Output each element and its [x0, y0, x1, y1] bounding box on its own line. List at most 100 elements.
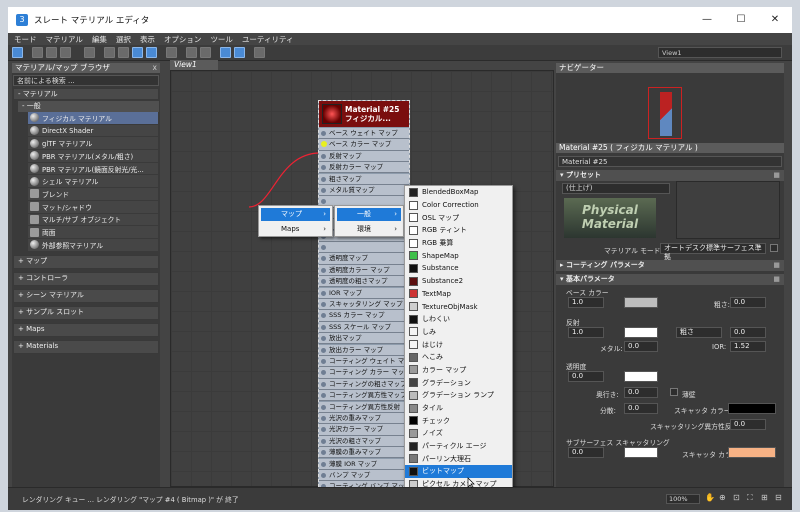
menu-item-map-type[interactable]: チェック [405, 414, 512, 427]
tab-view1[interactable]: View1 [170, 60, 218, 70]
menu-item-map-type[interactable]: ビットマップ [405, 465, 512, 478]
input-slot[interactable]: コーティングの粗さマップ [319, 378, 409, 391]
menu-item-map-type[interactable]: TextMap [405, 288, 512, 301]
scatter-anisotropy-spinner[interactable]: 0.0 [730, 419, 766, 430]
sss-color-swatch[interactable] [624, 447, 658, 458]
input-slot[interactable]: 透明度カラー マップ [319, 264, 409, 277]
material-browser-toggle-icon[interactable] [220, 47, 231, 58]
menu-options[interactable]: オプション [164, 34, 202, 45]
input-slot[interactable]: ベース ウェイト マップ [319, 128, 409, 140]
menu-item-map-type[interactable]: Substance [405, 262, 512, 275]
group-header[interactable]: + Maps [13, 322, 159, 337]
input-slot[interactable]: SSS カラー マップ [319, 310, 409, 322]
menu-select[interactable]: 選択 [116, 34, 131, 45]
reflection-color-swatch[interactable] [624, 327, 658, 338]
menu-item-map-type[interactable]: グラデーション [405, 376, 512, 389]
list-item[interactable]: マルチ/サブ オブジェクト [28, 213, 158, 227]
list-item[interactable]: マット/シャドウ [28, 200, 158, 214]
menu-item-map-type[interactable]: ノイズ [405, 427, 512, 440]
menu-view[interactable]: 表示 [140, 34, 155, 45]
subgroup-general[interactable]: - 一般 [18, 101, 159, 112]
menu-item-map-type[interactable]: TextureObjMask [405, 300, 512, 313]
material-id-icon[interactable] [166, 47, 177, 58]
material-name-field[interactable]: Material #25 [558, 156, 782, 167]
move-children-icon[interactable] [104, 47, 115, 58]
save-preset-icon[interactable] [770, 244, 778, 252]
menu-item-map-type[interactable]: ShapeMap [405, 249, 512, 262]
menu-item-map-type[interactable]: へこみ [405, 351, 512, 364]
input-slot[interactable]: 反射マップ [319, 150, 409, 163]
node-header[interactable]: Material #25 フィジカル... [319, 101, 409, 127]
menu-item-map-type[interactable]: しわくい [405, 313, 512, 326]
thin-walled-checkbox[interactable] [670, 388, 678, 396]
preset-dropdown[interactable]: (仕上げ) [562, 183, 670, 194]
parameter-editor-toggle-icon[interactable] [234, 47, 245, 58]
close-icon[interactable]: x [153, 63, 157, 73]
input-slot[interactable]: バンプ マップ [319, 470, 409, 482]
input-slot[interactable]: コーティング異方性マップ [319, 390, 409, 402]
zoom-icon[interactable]: ⊕ [719, 493, 728, 503]
list-item[interactable]: シェル マテリアル [28, 175, 158, 189]
reflection-weight-spinner[interactable]: 1.0 [568, 327, 604, 338]
minimize-button[interactable]: — [690, 7, 724, 33]
list-item[interactable]: DirectX Shader [28, 124, 158, 138]
input-slot[interactable]: コーティング ウェイト マップ [319, 356, 409, 368]
sss-scatter-color-swatch[interactable] [728, 447, 776, 458]
input-slot[interactable]: 放出マップ [319, 333, 409, 345]
menu-item-map-type[interactable]: はじけ [405, 338, 512, 351]
delete-icon[interactable] [84, 47, 95, 58]
zoom-extents-icon[interactable]: ⛶ [747, 493, 756, 503]
menu-item-map[interactable]: マップ › [261, 208, 330, 221]
input-slot[interactable]: スキャッタリング マップ [319, 299, 409, 311]
zoom-dropdown[interactable]: 100% [666, 494, 700, 504]
input-slot[interactable]: 薄膜 IOR マップ [319, 458, 409, 470]
input-slot[interactable]: メタル質マップ [319, 185, 409, 197]
sss-weight-spinner[interactable]: 0.0 [568, 447, 604, 458]
input-slot[interactable]: 透明度の粗さマップ [319, 276, 409, 288]
menu-utilities[interactable]: ユーティリティ [242, 34, 294, 45]
list-item[interactable]: PBR マテリアル(メタル/粗さ) [28, 150, 158, 163]
base-weight-spinner[interactable]: 1.0 [568, 297, 604, 308]
list-item[interactable]: 両面 [28, 226, 158, 239]
base-color-swatch[interactable] [624, 297, 658, 308]
menu-item-map-type[interactable]: OSL マップ [405, 211, 512, 224]
menu-item-map-type[interactable]: RGB ティント [405, 224, 512, 237]
layout-all-icon[interactable] [186, 47, 197, 58]
select-tool-icon[interactable] [12, 47, 23, 58]
transparency-weight-spinner[interactable]: 0.0 [568, 371, 604, 382]
select-by-material-icon[interactable] [254, 47, 265, 58]
layout-children-icon[interactable] [200, 47, 211, 58]
menu-mode[interactable]: モード [14, 34, 37, 45]
section-coating[interactable]: ▸ コーティング パラメータ ■ [556, 260, 784, 271]
input-slot[interactable]: 反射カラー マップ [319, 162, 409, 174]
metal-spinner[interactable]: 0.0 [624, 341, 658, 352]
zoom-region-icon[interactable]: ⊡ [733, 493, 742, 503]
close-button[interactable]: ✕ [758, 7, 792, 33]
group-header[interactable]: + マップ [13, 254, 159, 269]
input-slot[interactable]: 粗さマップ [319, 173, 409, 185]
menu-material[interactable]: マテリアル [46, 34, 83, 45]
show-background-icon[interactable] [146, 47, 157, 58]
group-header[interactable]: + シーン マテリアル [13, 288, 159, 303]
navigator-view[interactable] [556, 73, 784, 143]
input-slot[interactable]: コーティング異方性反射 [319, 401, 409, 413]
input-slot[interactable]: IOR マップ [319, 287, 409, 299]
input-slot[interactable]: コーティング カラー マップ [319, 367, 409, 379]
pan-icon[interactable]: ✋ [705, 493, 715, 503]
menu-item-general[interactable]: 一般 › [337, 208, 401, 221]
hide-unused-slots-icon[interactable] [118, 47, 129, 58]
assign-material-icon[interactable] [60, 47, 71, 58]
eyedropper-icon[interactable] [32, 47, 43, 58]
input-slot[interactable]: 光沢の粗さマップ [319, 435, 409, 448]
menu-item-map-type[interactable]: BlendedBoxMap [405, 186, 512, 199]
menu-item-map-type[interactable]: RGB 乗算 [405, 237, 512, 250]
reflection-mode-dropdown[interactable]: 粗さ [676, 327, 722, 338]
input-slot[interactable]: 薄膜の重みマップ [319, 447, 409, 459]
view-dropdown[interactable]: View1 [658, 47, 782, 58]
menu-item-map-type[interactable]: パーティクル エージ [405, 440, 512, 453]
menu-edit[interactable]: 編集 [92, 34, 107, 45]
input-slot[interactable]: ベース カラー マップ [319, 139, 409, 151]
reflection-roughness-spinner[interactable]: 0.0 [730, 327, 766, 338]
menu-tools[interactable]: ツール [210, 34, 233, 45]
menu-item-map-type[interactable]: Color Correction [405, 199, 512, 212]
